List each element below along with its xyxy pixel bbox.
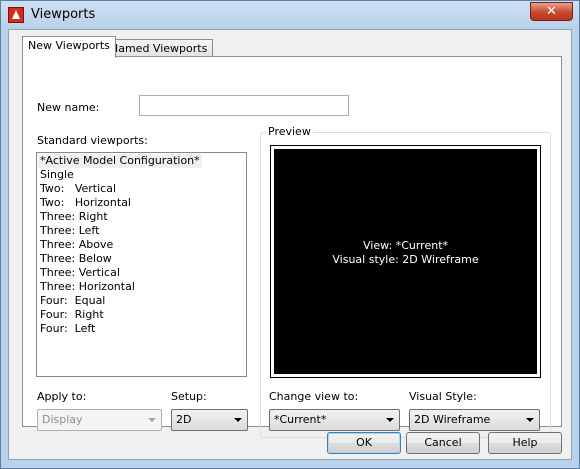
change-view-to-dropdown[interactable]: *Current*	[269, 409, 400, 431]
new-name-label: New name:	[37, 101, 100, 114]
title-bar[interactable]: Viewports ✕	[1, 1, 579, 29]
viewport-list-item[interactable]: Three: Right	[38, 210, 245, 224]
apply-to-label: Apply to:	[37, 390, 87, 403]
viewport-list-item[interactable]: Three: Vertical	[38, 266, 245, 280]
chevron-down-icon	[386, 418, 394, 422]
dialog-client-area: Named Viewports New Viewports New name: …	[8, 29, 572, 460]
autocad-app-icon[interactable]	[8, 7, 24, 23]
preview-group-label: Preview	[266, 125, 313, 138]
change-view-to-value: *Current*	[274, 413, 327, 426]
viewport-list-item[interactable]: *Active Model Configuration*	[38, 154, 202, 168]
viewport-list-item[interactable]: Two: Vertical	[38, 182, 245, 196]
preview-frame: View: *Current* Visual style: 2D Wirefra…	[270, 145, 541, 378]
chevron-down-icon	[148, 418, 156, 422]
viewports-dialog: Viewports ✕ Named Viewports New Viewport…	[0, 0, 580, 469]
ok-button[interactable]: OK	[327, 432, 401, 454]
tab-new-viewports[interactable]: New Viewports	[22, 36, 116, 58]
setup-label: Setup:	[171, 390, 207, 403]
viewport-list-item[interactable]: Four: Right	[38, 308, 245, 322]
change-view-to-label: Change view to:	[269, 390, 359, 403]
setup-value: 2D	[176, 413, 192, 426]
help-button[interactable]: Help	[488, 432, 562, 454]
viewport-list-item[interactable]: Three: Above	[38, 238, 245, 252]
visual-style-dropdown[interactable]: 2D Wireframe	[409, 409, 540, 431]
preview-style-text: Visual style: 2D Wireframe	[332, 253, 479, 266]
viewport-list-item[interactable]: Three: Left	[38, 224, 245, 238]
window-title: Viewports	[31, 7, 96, 22]
chevron-down-icon	[526, 418, 534, 422]
preview-view-text: View: *Current*	[362, 239, 449, 252]
preview-canvas: View: *Current* Visual style: 2D Wirefra…	[273, 148, 538, 375]
setup-dropdown[interactable]: 2D	[171, 409, 248, 431]
tab-named-viewports[interactable]: Named Viewports	[104, 39, 214, 57]
standard-viewports-label: Standard viewports:	[37, 134, 148, 147]
apply-to-dropdown[interactable]: Display	[37, 409, 162, 431]
chevron-down-icon	[234, 418, 242, 422]
viewport-list-item[interactable]: Two: Horizontal	[38, 196, 245, 210]
visual-style-value: 2D Wireframe	[414, 413, 491, 426]
apply-to-value: Display	[42, 413, 83, 426]
cancel-button[interactable]: Cancel	[406, 432, 480, 454]
visual-style-label: Visual Style:	[409, 390, 477, 403]
viewport-list-item[interactable]: Three: Horizontal	[38, 280, 245, 294]
new-name-input[interactable]	[139, 95, 349, 116]
viewport-list-item[interactable]: Three: Below	[38, 252, 245, 266]
viewport-list-item[interactable]: Single	[38, 168, 245, 182]
standard-viewports-list[interactable]: *Active Model Configuration* Single Two: V…	[36, 152, 247, 377]
tab-panel-new-viewports: New name: Standard viewports: *Active Mo…	[22, 56, 562, 438]
viewport-list-item[interactable]: Four: Equal	[38, 294, 245, 308]
viewport-list-item[interactable]: Four: Left	[38, 322, 245, 336]
close-button[interactable]: ✕	[530, 2, 573, 21]
preview-text: View: *Current* Visual style: 2D Wirefra…	[274, 239, 537, 267]
